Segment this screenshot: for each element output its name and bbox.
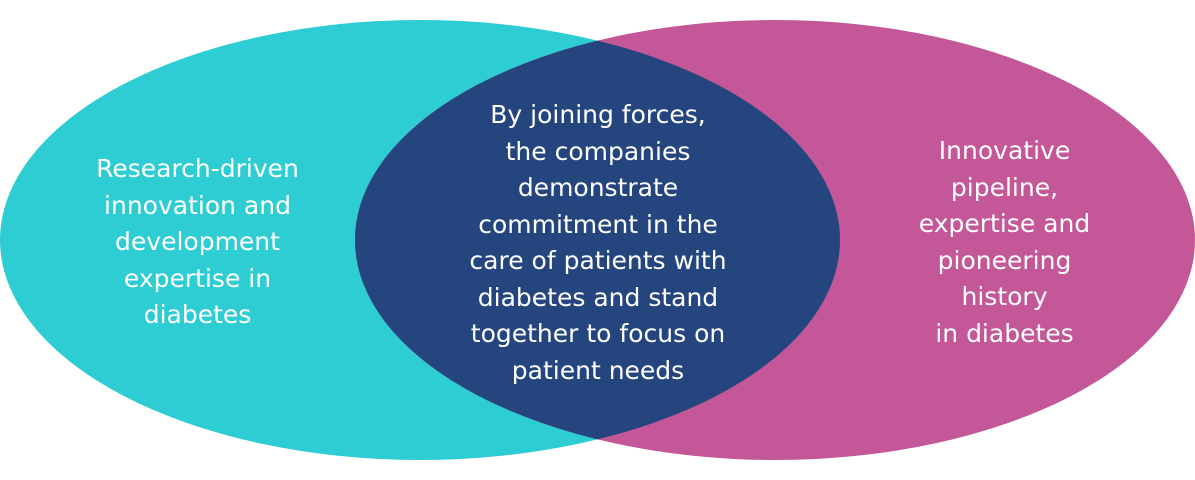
overlap-label: By joining forces, the companies demonst… [469, 100, 727, 385]
left-circle-label: Research-driven innovation and developme… [96, 154, 299, 329]
right-circle-label: Innovative pipeline, expertise and pione… [918, 136, 1091, 348]
